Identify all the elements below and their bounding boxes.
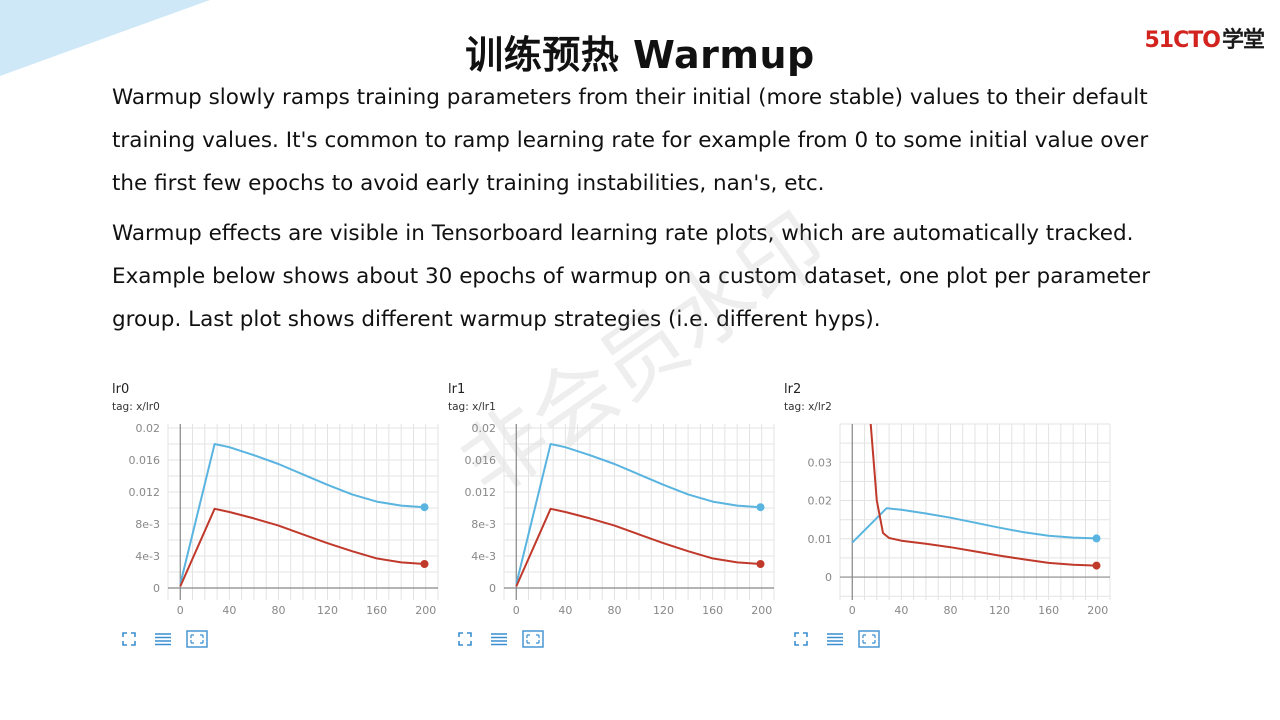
paragraph-1: Warmup slowly ramps training parameters … [112, 85, 1149, 196]
list-icon[interactable] [152, 628, 174, 650]
y-tick-label: 0.02 [136, 422, 161, 435]
fullscreen-icon[interactable] [118, 628, 140, 650]
slide-title: 训练预热 Warmup [465, 33, 815, 77]
x-tick-label: 200 [751, 604, 772, 617]
fullscreen-icon[interactable] [454, 628, 476, 650]
y-tick-label: 8e-3 [471, 518, 496, 531]
fit-domain-icon[interactable] [858, 628, 880, 650]
list-icon[interactable] [488, 628, 510, 650]
y-tick-label: 0.02 [808, 495, 833, 508]
y-tick-label: 0 [825, 571, 832, 584]
x-tick-label: 0 [849, 604, 856, 617]
chart-plot: 0 4e-3 8e-3 0.012 0.016 0.02 0 40 80 120 160 200 [129, 422, 439, 617]
series-end-point [420, 560, 429, 568]
x-tick-label: 160 [702, 604, 723, 617]
y-tick-label: 4e-3 [135, 550, 160, 563]
y-tick-label: 8e-3 [135, 518, 160, 531]
x-tick-label: 120 [989, 604, 1010, 617]
series-line [869, 424, 1097, 567]
fit-domain-icon[interactable] [186, 628, 208, 650]
chart-toolbar [790, 628, 880, 650]
x-tick-label: 40 [894, 604, 908, 617]
chart-panel-lr0: lr0 tag: x/lr0 0 4e-3 8e-3 0.012 0.016 0.02 0 4… [112, 382, 442, 662]
y-tick-label: 0.016 [129, 454, 161, 467]
series-end-point [1092, 534, 1101, 543]
x-tick-label: 0 [177, 604, 184, 617]
series-end-point [756, 503, 765, 512]
y-tick-label: 0 [153, 582, 160, 595]
x-tick-label: 40 [222, 604, 236, 617]
y-tick-label: 0.016 [465, 454, 497, 467]
list-icon[interactable] [824, 628, 846, 650]
logo-brand: 51CTO [1144, 28, 1221, 53]
fullscreen-icon[interactable] [790, 628, 812, 650]
x-tick-label: 80 [943, 604, 957, 617]
chart-toolbar [454, 628, 544, 650]
chart-panel-lr2: lr2 tag: x/lr2 0 0.01 0.02 0.03 0 40 80 120 160 2… [784, 382, 1114, 662]
y-tick-label: 0 [489, 582, 496, 595]
series-end-point [1092, 561, 1101, 570]
y-tick-label: 0.012 [465, 486, 497, 499]
series-end-point [756, 560, 765, 568]
x-tick-label: 160 [1038, 604, 1059, 617]
x-tick-label: 120 [653, 604, 674, 617]
chart-plot: 0 0.01 0.02 0.03 0 40 80 120 160 200 [808, 423, 1111, 617]
logo: 51CTO学堂 [1144, 22, 1266, 54]
y-tick-label: 4e-3 [471, 550, 496, 563]
series-end-point [420, 503, 429, 512]
x-tick-label: 80 [607, 604, 621, 617]
y-tick-label: 0.012 [129, 486, 161, 499]
chart-panel-lr1: lr1 tag: x/lr1 0 4e-3 8e-3 0.012 0.016 0.02 0 4… [448, 382, 778, 662]
x-tick-label: 80 [271, 604, 285, 617]
y-tick-label: 0.02 [472, 422, 497, 435]
logo-text: 学堂 [1221, 28, 1265, 53]
paragraph-2: Warmup effects are visible in Tensorboar… [112, 221, 1151, 332]
x-tick-label: 0 [513, 604, 520, 617]
chart-toolbar [118, 628, 208, 650]
x-tick-label: 200 [415, 604, 436, 617]
y-tick-label: 0.01 [808, 533, 833, 546]
y-tick-label: 0.03 [808, 456, 833, 469]
x-tick-label: 200 [1087, 604, 1108, 617]
x-tick-label: 160 [366, 604, 387, 617]
chart-plot: 0 4e-3 8e-3 0.012 0.016 0.02 0 40 80 120 160 200 [465, 422, 775, 617]
x-tick-label: 40 [558, 604, 572, 617]
x-tick-label: 120 [317, 604, 338, 617]
fit-domain-icon[interactable] [522, 628, 544, 650]
